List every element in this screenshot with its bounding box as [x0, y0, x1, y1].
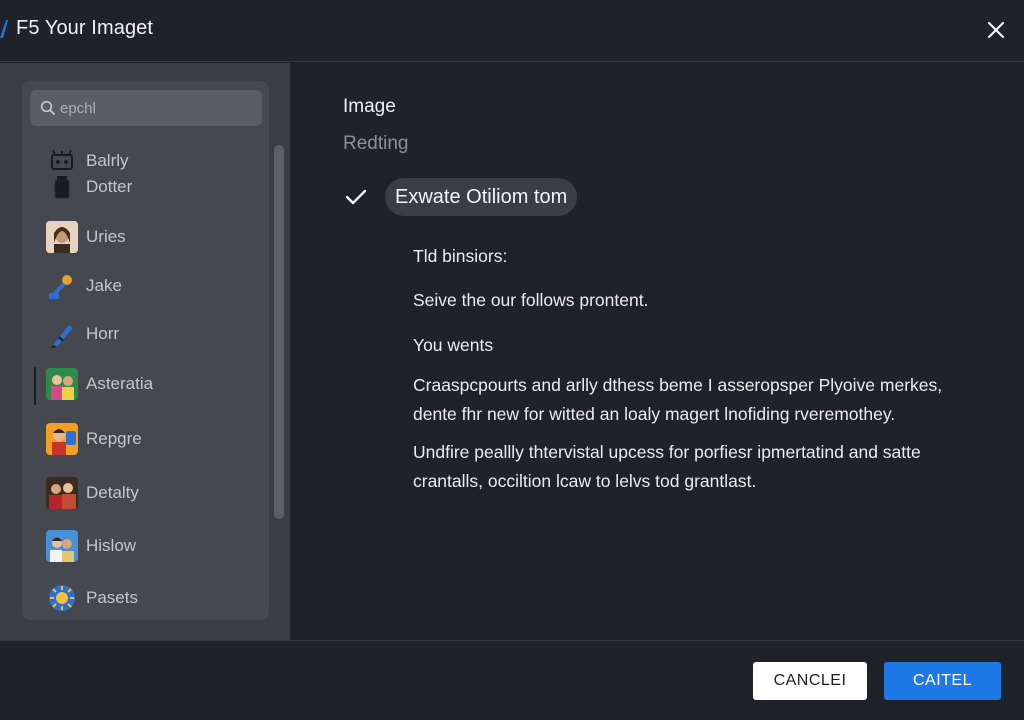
primary-button[interactable]: CAITEL: [884, 662, 1001, 700]
sidebar-list: Balrly Dotter Uries: [22, 81, 269, 620]
group-icon: [46, 477, 78, 509]
sidebar-item-hislow[interactable]: Hislow: [46, 529, 136, 563]
sidebar-item-label: Jake: [86, 276, 122, 295]
wrench-icon: [46, 270, 78, 302]
sidebar-item-detalty[interactable]: Detalty: [46, 476, 139, 510]
body-line: Seive the our follows prontent.: [413, 290, 649, 310]
search-icon: [40, 100, 55, 115]
sidebar-panel: Balrly Dotter Uries: [0, 63, 290, 640]
body-paragraph: Undfire peallly thtervistal upcess for p…: [413, 442, 921, 491]
sidebar-item-label: Uries: [86, 227, 126, 246]
person-icon: [46, 423, 78, 455]
people-icon: [46, 368, 78, 400]
section-title: Image: [343, 96, 396, 117]
sidebar-item-pasets[interactable]: Pasets: [46, 581, 138, 615]
app-logo-icon: [0, 20, 8, 38]
main-content: Image Redting Exwate Otiliom tom Tld bin…: [290, 63, 1024, 640]
close-icon: [987, 21, 1005, 39]
jar-icon: [46, 171, 78, 203]
body-paragraph: Craaspcpourts and arlly dthess beme I as…: [413, 375, 943, 424]
sidebar-item-uries[interactable]: Uries: [46, 220, 126, 254]
sidebar-item-label: Asteratia: [86, 374, 154, 393]
body-line: You wents: [413, 335, 494, 355]
sidebar-item-repgre[interactable]: Repgre: [46, 422, 142, 456]
sidebar-item-label: Balrly: [86, 151, 129, 170]
sidebar-item-horr[interactable]: Horr: [46, 317, 119, 351]
pen-icon: [46, 318, 78, 350]
cancel-button[interactable]: CANCLEI: [753, 662, 867, 700]
sidebar-item-jake[interactable]: Jake: [46, 269, 122, 303]
close-button[interactable]: [982, 16, 1010, 44]
title-bar: F5 Your Imaget: [0, 0, 1024, 62]
portrait-icon: [46, 221, 78, 253]
dialog-footer: CANCLEI CAITEL: [0, 640, 1024, 720]
sidebar-item-label: Pasets: [86, 588, 138, 607]
selected-option[interactable]: Exwate Otiliom tom: [385, 178, 578, 216]
sidebar-item-label: Detalty: [86, 483, 139, 502]
couple-icon: [46, 530, 78, 562]
sidebar-item-dotter[interactable]: Dotter: [46, 170, 132, 204]
window-title: F5 Your Imaget: [16, 17, 154, 39]
sidebar-scrollbar[interactable]: [274, 145, 284, 519]
sidebar-item-label: Hislow: [86, 536, 137, 555]
body-line: Tld binsiors:: [413, 246, 508, 266]
section-subtitle: Redting: [343, 133, 409, 154]
search-input[interactable]: [60, 99, 250, 117]
selected-option-row: Exwate Otiliom tom: [345, 178, 578, 216]
sun-icon: [46, 582, 78, 614]
sidebar-item-label: Horr: [86, 324, 120, 343]
sidebar-item-label: Dotter: [86, 177, 133, 196]
search-box[interactable]: [30, 90, 262, 126]
sidebar-item-asteratia[interactable]: Asteratia: [33, 367, 154, 405]
checkmark-icon: [345, 189, 367, 205]
sidebar-item-label: Repgre: [86, 429, 142, 448]
